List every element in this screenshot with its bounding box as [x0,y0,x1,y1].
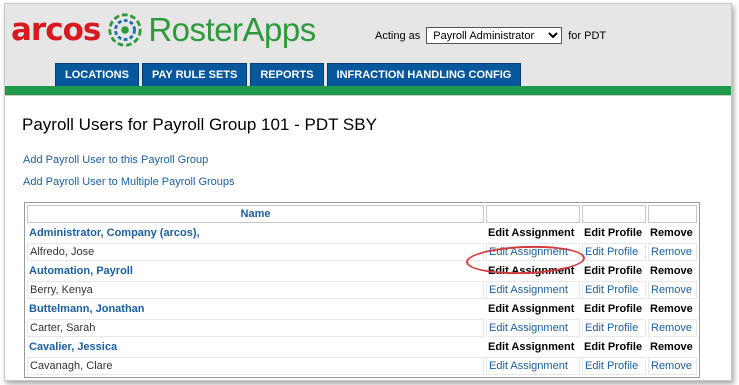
edit-assignment-label: Edit Assignment [488,341,575,353]
table-row: Cavanagh, Clare Edit Assignment Edit Pro… [27,357,697,375]
logo-mark-icon [108,13,142,47]
role-select[interactable]: Payroll Administrator [426,27,563,44]
remove-label: Remove [650,227,693,239]
edit-profile-link[interactable]: Edit Profile [582,319,646,337]
acting-as-control: Acting as Payroll Administrator for PDT [375,27,606,44]
add-payroll-user-multiple-link[interactable]: Add Payroll User to Multiple Payroll Gro… [23,176,235,188]
user-name[interactable]: Administrator, Company (arcos), [27,225,484,241]
logo-product-text: RosterApps [148,11,316,48]
edit-profile-link[interactable]: Edit Profile [582,243,646,261]
user-name[interactable]: Automation, Payroll [27,263,484,279]
edit-assignment-link[interactable]: Edit Assignment [486,281,580,299]
table-row: Automation, Payroll Edit Assignment Edit… [27,263,697,279]
logo: arcos RosterApps [11,10,316,50]
edit-profile-label: Edit Profile [584,341,643,353]
add-payroll-user-link[interactable]: Add Payroll User to this Payroll Group [23,154,208,166]
logo-arcos-text: arcos [11,12,101,48]
page-title: Payroll Users for Payroll Group 101 - PD… [22,115,377,134]
remove-label: Remove [650,341,693,353]
remove-link[interactable]: Remove [648,319,697,337]
edit-assignment-link[interactable]: Edit Assignment [486,319,580,337]
remove-link[interactable]: Remove [648,357,697,375]
tab-locations[interactable]: LOCATIONS [55,63,139,86]
nav-divider-bar [5,86,731,95]
user-name: Cavanagh, Clare [27,357,484,375]
column-header-blank-2 [582,205,646,223]
user-name[interactable]: Cavalier, Jessica [27,339,484,355]
table-row: Administrator, Company (arcos), Edit Ass… [27,225,697,241]
name-column-header[interactable]: Name [27,205,484,223]
table-row: Berry, Kenya Edit Assignment Edit Profil… [27,281,697,299]
tab-infraction-handling-config[interactable]: INFRACTION HANDLING CONFIG [326,63,522,86]
table-row: Cavalier, Jessica Edit Assignment Edit P… [27,339,697,355]
edit-assignment-label: Edit Assignment [488,303,575,315]
user-name: Carter, Sarah [27,319,484,337]
edit-profile-label: Edit Profile [584,227,643,239]
header: arcos RosterApps Acting as Payroll Admin… [5,4,731,96]
user-name: Alfredo, Jose [27,243,484,261]
user-name[interactable]: Buttelmann, Jonathan [27,301,484,317]
acting-as-label: Acting as [375,29,421,42]
table-row: Buttelmann, Jonathan Edit Assignment Edi… [27,301,697,317]
app-window: arcos RosterApps Acting as Payroll Admin… [4,3,732,381]
table-row: Alfredo, Jose Edit Assignment Edit Profi… [27,243,697,261]
edit-profile-label: Edit Profile [584,265,643,277]
column-header-blank-3 [648,205,697,223]
edit-profile-label: Edit Profile [584,303,643,315]
acting-as-suffix: for PDT [568,29,607,42]
table-row: Carter, Sarah Edit Assignment Edit Profi… [27,319,697,337]
column-header-blank-1 [486,205,580,223]
edit-profile-link[interactable]: Edit Profile [582,357,646,375]
tab-pay-rule-sets[interactable]: PAY RULE SETS [141,63,248,86]
remove-link[interactable]: Remove [648,281,697,299]
tab-reports[interactable]: REPORTS [250,63,324,86]
user-name: Berry, Kenya [27,281,484,299]
edit-assignment-label: Edit Assignment [488,227,575,239]
payroll-users-table: Name Administrator, Company (arcos), Edi… [24,202,700,378]
edit-profile-link[interactable]: Edit Profile [582,281,646,299]
remove-label: Remove [650,265,693,277]
nav-divider-line [5,95,731,96]
edit-assignment-link[interactable]: Edit Assignment [486,357,580,375]
remove-link[interactable]: Remove [648,243,697,261]
remove-label: Remove [650,303,693,315]
main-nav: LOCATIONS PAY RULE SETS REPORTS INFRACTI… [55,63,522,86]
